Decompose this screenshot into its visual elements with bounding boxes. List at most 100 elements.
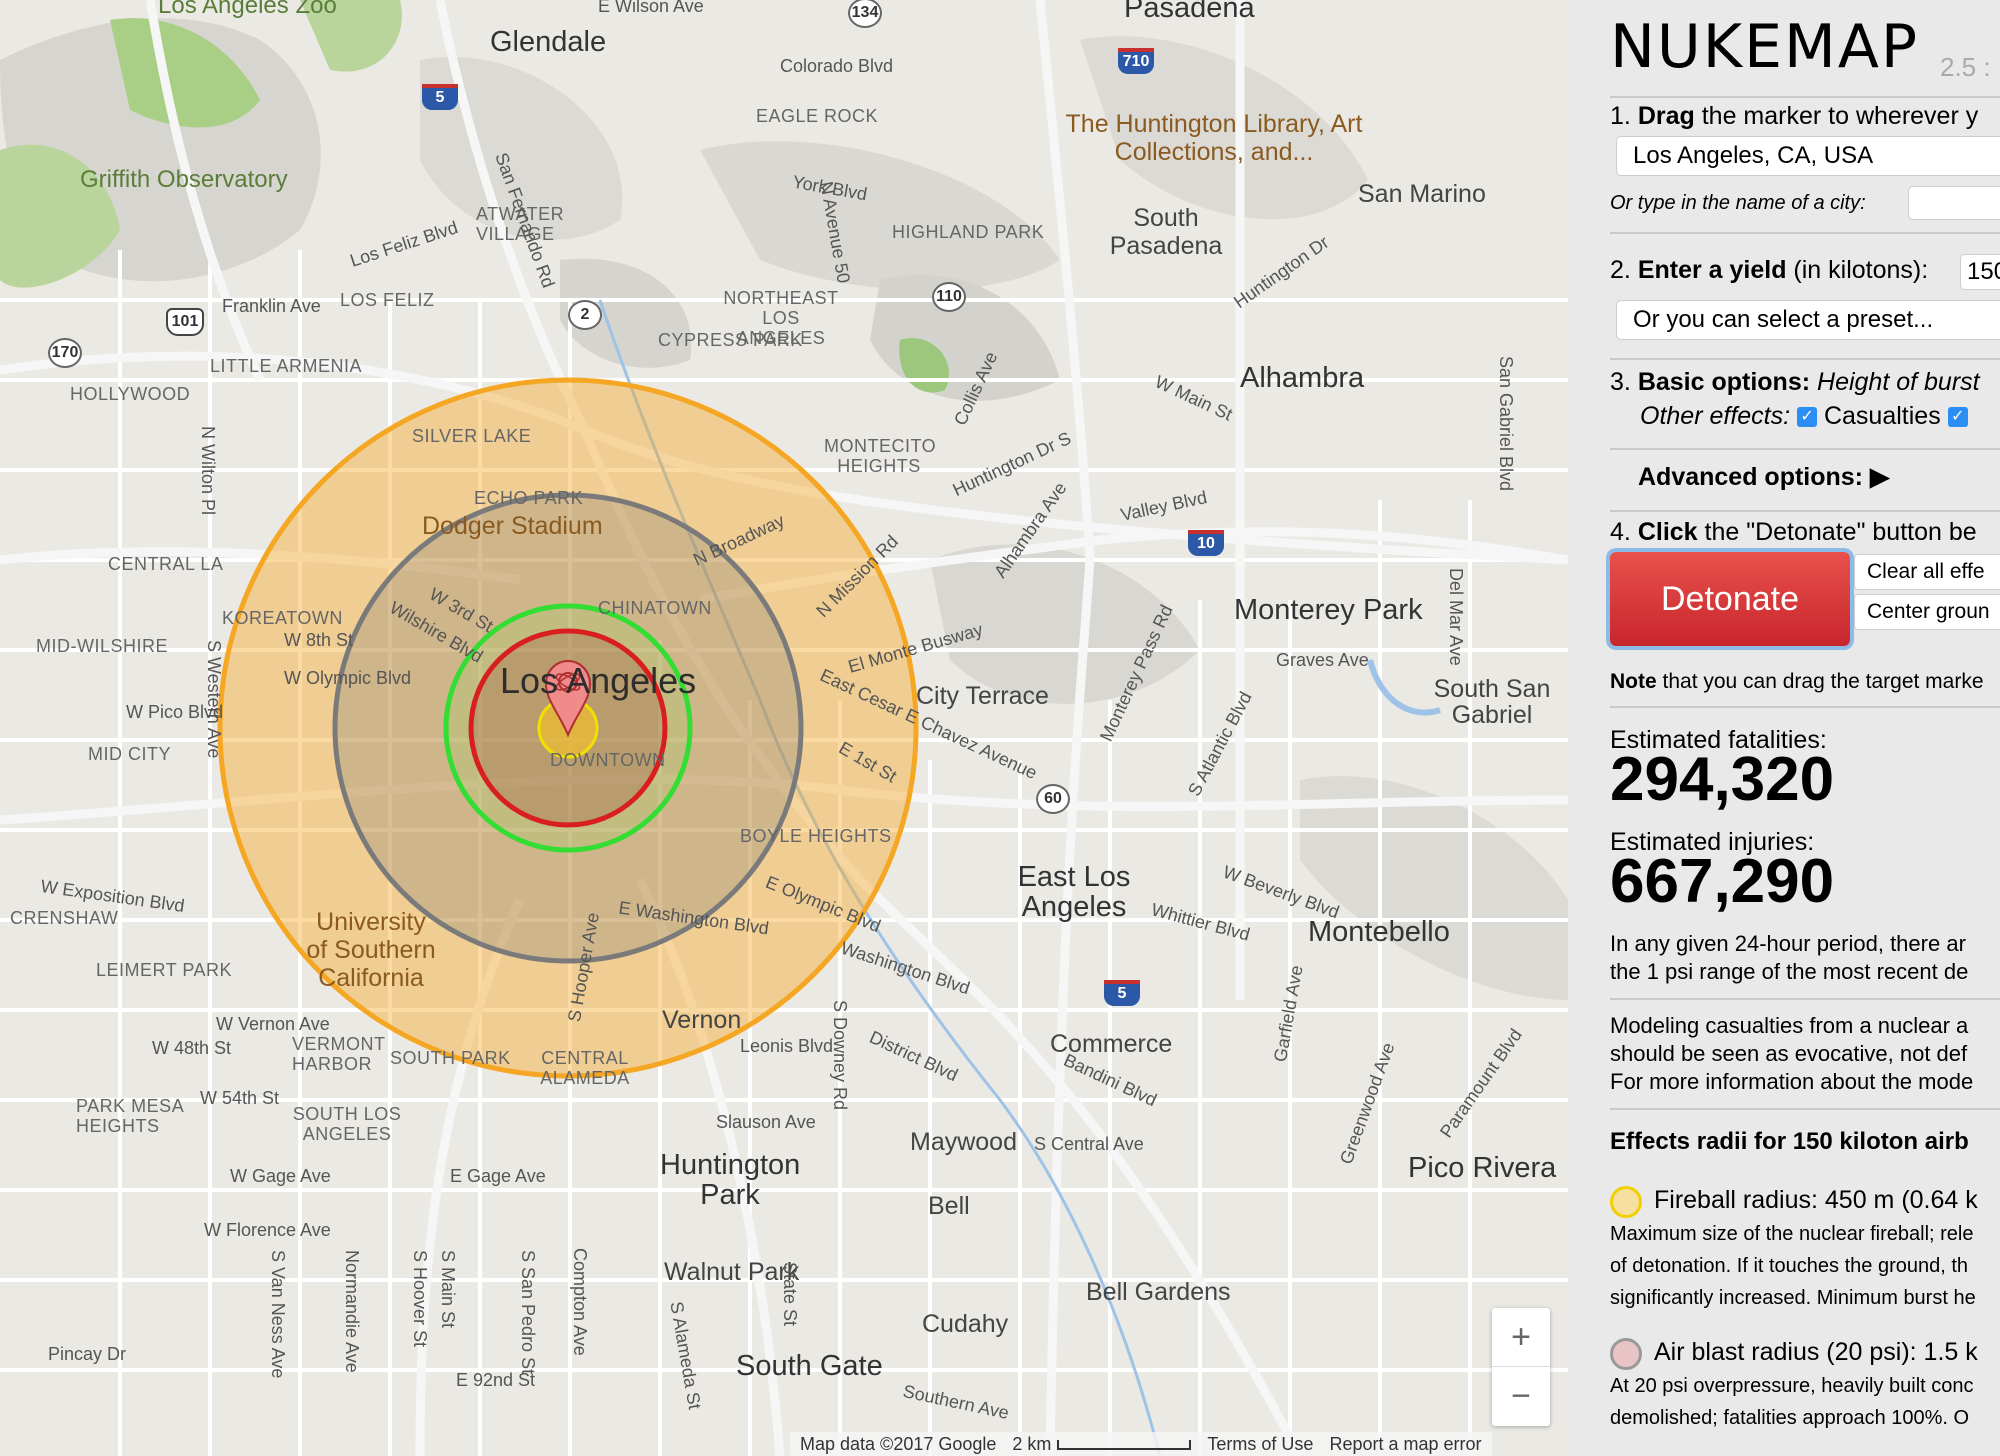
air-blast-description-line: At 20 psi overpressure, heavily built co…: [1610, 1375, 1974, 1397]
fireball-description-line: significantly increased. Minimum burst h…: [1610, 1287, 1976, 1309]
casualties-checkbox[interactable]: ✓: [1797, 407, 1818, 428]
step-1-label: 1. Drag the marker to wherever y: [1610, 102, 1979, 130]
neighborhood-label: MID-WILSHIRE: [36, 636, 168, 656]
interstate-shield: 5: [1104, 980, 1140, 1006]
street-label: Franklin Ave: [222, 296, 321, 316]
divider: [1610, 358, 2000, 360]
clear-all-effects-button[interactable]: Clear all effe: [1854, 554, 2000, 590]
street-label: N Wilton Pl: [198, 426, 218, 516]
fireball-description-line: Maximum size of the nuclear fireball; re…: [1610, 1223, 1974, 1245]
neighborhood-label: CENTRAL ALAMEDA: [540, 1048, 630, 1088]
period-paragraph-line: the 1 psi range of the most recent de: [1610, 959, 1969, 984]
step-4-label: 4. Click the "Detonate" button be: [1610, 518, 1977, 546]
neighborhood-label: SILVER LAKE: [412, 426, 532, 446]
street-label: W Olympic Blvd: [284, 668, 412, 688]
fireball-radius-line: Fireball radius: 450 m (0.64 k: [1654, 1186, 1978, 1214]
report-map-error-link[interactable]: Report a map error: [1329, 1434, 1481, 1455]
street-label: Slauson Ave: [716, 1112, 816, 1132]
modeling-paragraph-line: For more information about the mode: [1610, 1069, 1974, 1094]
extra-checkbox[interactable]: ✓: [1947, 407, 1968, 428]
terms-of-use-link[interactable]: Terms of Use: [1207, 1434, 1313, 1455]
neighborhood-label: LEIMERT PARK: [96, 960, 233, 980]
street-label: E Gage Ave: [450, 1166, 546, 1186]
neighborhood-label: ECHO PARK: [474, 488, 584, 508]
center-ground-zero-button[interactable]: Center groun: [1854, 594, 2000, 630]
street-label: W 8th St: [284, 630, 354, 650]
street-label: S Downey Rd: [830, 1000, 850, 1111]
street-label: W Vernon Ave: [216, 1014, 330, 1034]
map-view[interactable]: Glendale Los Angeles Pasadena Alhambra M…: [0, 0, 1568, 1456]
city-label: Maywood: [910, 1128, 1017, 1156]
neighborhood-label: SOUTH PARK: [390, 1048, 511, 1068]
neighborhood-label: HIGHLAND PARK: [892, 222, 1045, 242]
street-label: Del Mar Ave: [1446, 568, 1466, 666]
street-label: Leonis Blvd: [740, 1036, 834, 1056]
neighborhood-label: PARK MESA HEIGHTS: [76, 1096, 184, 1136]
city-label: Los Angeles: [500, 660, 697, 701]
neighborhood-label: CHINATOWN: [598, 598, 712, 618]
neighborhood-label: HOLLYWOOD: [70, 384, 191, 404]
street-label: W 54th St: [200, 1088, 280, 1108]
map-data-credit: Map data ©2017 Google: [800, 1433, 997, 1454]
step-3-label: 3. Basic options: Height of burst: [1610, 368, 1980, 396]
drag-note: Note that you can drag the target marke: [1610, 670, 1984, 693]
street-label: W Florence Ave: [204, 1220, 331, 1240]
divider: [1610, 1108, 2000, 1110]
city-label: City Terrace: [916, 682, 1049, 710]
city-label: Bell: [928, 1192, 970, 1220]
street-label: W 48th St: [152, 1038, 232, 1058]
air-blast-description-line: demolished; fatalities approach 100%. O: [1610, 1407, 1970, 1429]
street-label: E Wilson Ave: [598, 0, 704, 16]
state-route-shield: 110: [932, 282, 966, 312]
city-label: Cudahy: [922, 1310, 1009, 1338]
zoom-in-button[interactable]: +: [1492, 1308, 1550, 1366]
street-label: S Hoover St: [410, 1250, 430, 1348]
period-paragraph-line: In any given 24-hour period, there ar: [1610, 931, 1966, 956]
street-label: S Central Ave: [1034, 1134, 1144, 1154]
city-prompt-label: Or type in the name of a city:: [1610, 192, 1866, 214]
divider: [1610, 510, 2000, 512]
city-search-input[interactable]: [1908, 186, 2000, 220]
neighborhood-label: LOS FELIZ: [340, 290, 435, 310]
advanced-options-toggle[interactable]: Advanced options: ▶: [1638, 462, 1889, 492]
neighborhood-label: VERMONT HARBOR: [292, 1034, 386, 1074]
effects-radii-heading: Effects radii for 150 kiloton airb: [1610, 1128, 1969, 1155]
city-label: Alhambra: [1240, 362, 1365, 394]
city-label: Pasadena: [1124, 0, 1255, 24]
city-label: South Gate: [736, 1350, 883, 1382]
air-blast-swatch: [1610, 1338, 1642, 1370]
fatalities-count: 294,320: [1610, 745, 1835, 814]
fireball-description-line: of detonation. If it touches the ground,…: [1610, 1255, 1969, 1277]
preset-select[interactable]: Or you can select a preset...: [1616, 300, 2000, 340]
yield-input[interactable]: 150: [1960, 254, 2000, 290]
street-label: Normandie Ave: [342, 1250, 362, 1373]
neighborhood-label: MID CITY: [88, 744, 171, 764]
city-label: Huntington Park: [660, 1149, 801, 1211]
detonate-button[interactable]: Detonate: [1610, 552, 1850, 646]
street-label: S Western Ave: [204, 640, 224, 759]
neighborhood-label: DOWNTOWN: [550, 750, 666, 770]
street-label: Compton Ave: [570, 1248, 590, 1356]
version-label: 2.5 :: [1940, 52, 1991, 82]
city-label: San Marino: [1358, 180, 1486, 208]
state-route-shield: 2: [568, 300, 602, 330]
modeling-paragraph-line: should be seen as evocative, not def: [1610, 1041, 1968, 1066]
neighborhood-label: MONTECITO HEIGHTS: [824, 436, 937, 476]
air-blast-radius-line: Air blast radius (20 psi): 1.5 k: [1654, 1338, 1978, 1366]
zoom-out-button[interactable]: −: [1492, 1366, 1550, 1425]
neighborhood-label: LITTLE ARMENIA: [210, 356, 363, 376]
street-label: Colorado Blvd: [780, 56, 894, 76]
poi-label: Griffith Observatory: [80, 166, 288, 193]
divider: [1610, 998, 2000, 1000]
fireball-swatch: [1610, 1186, 1642, 1218]
poi-label: The Huntington Library, Art Collections,…: [1065, 110, 1363, 166]
map-attribution: Map data ©2017 Google 2 km Terms of Use …: [790, 1432, 1492, 1456]
city-label: Pico Rivera: [1408, 1152, 1557, 1184]
city-label: South Pasadena: [1109, 204, 1223, 260]
triangle-right-icon: ▶: [1869, 463, 1890, 491]
control-panel: NUKEMAP 2.5 : 1. Drag the marker to wher…: [1568, 0, 2000, 1456]
divider: [1610, 232, 2000, 234]
map-scale: 2 km: [1012, 1434, 1192, 1455]
street-label: S Main St: [438, 1250, 458, 1329]
location-select[interactable]: Los Angeles, CA, USA: [1616, 136, 2000, 176]
